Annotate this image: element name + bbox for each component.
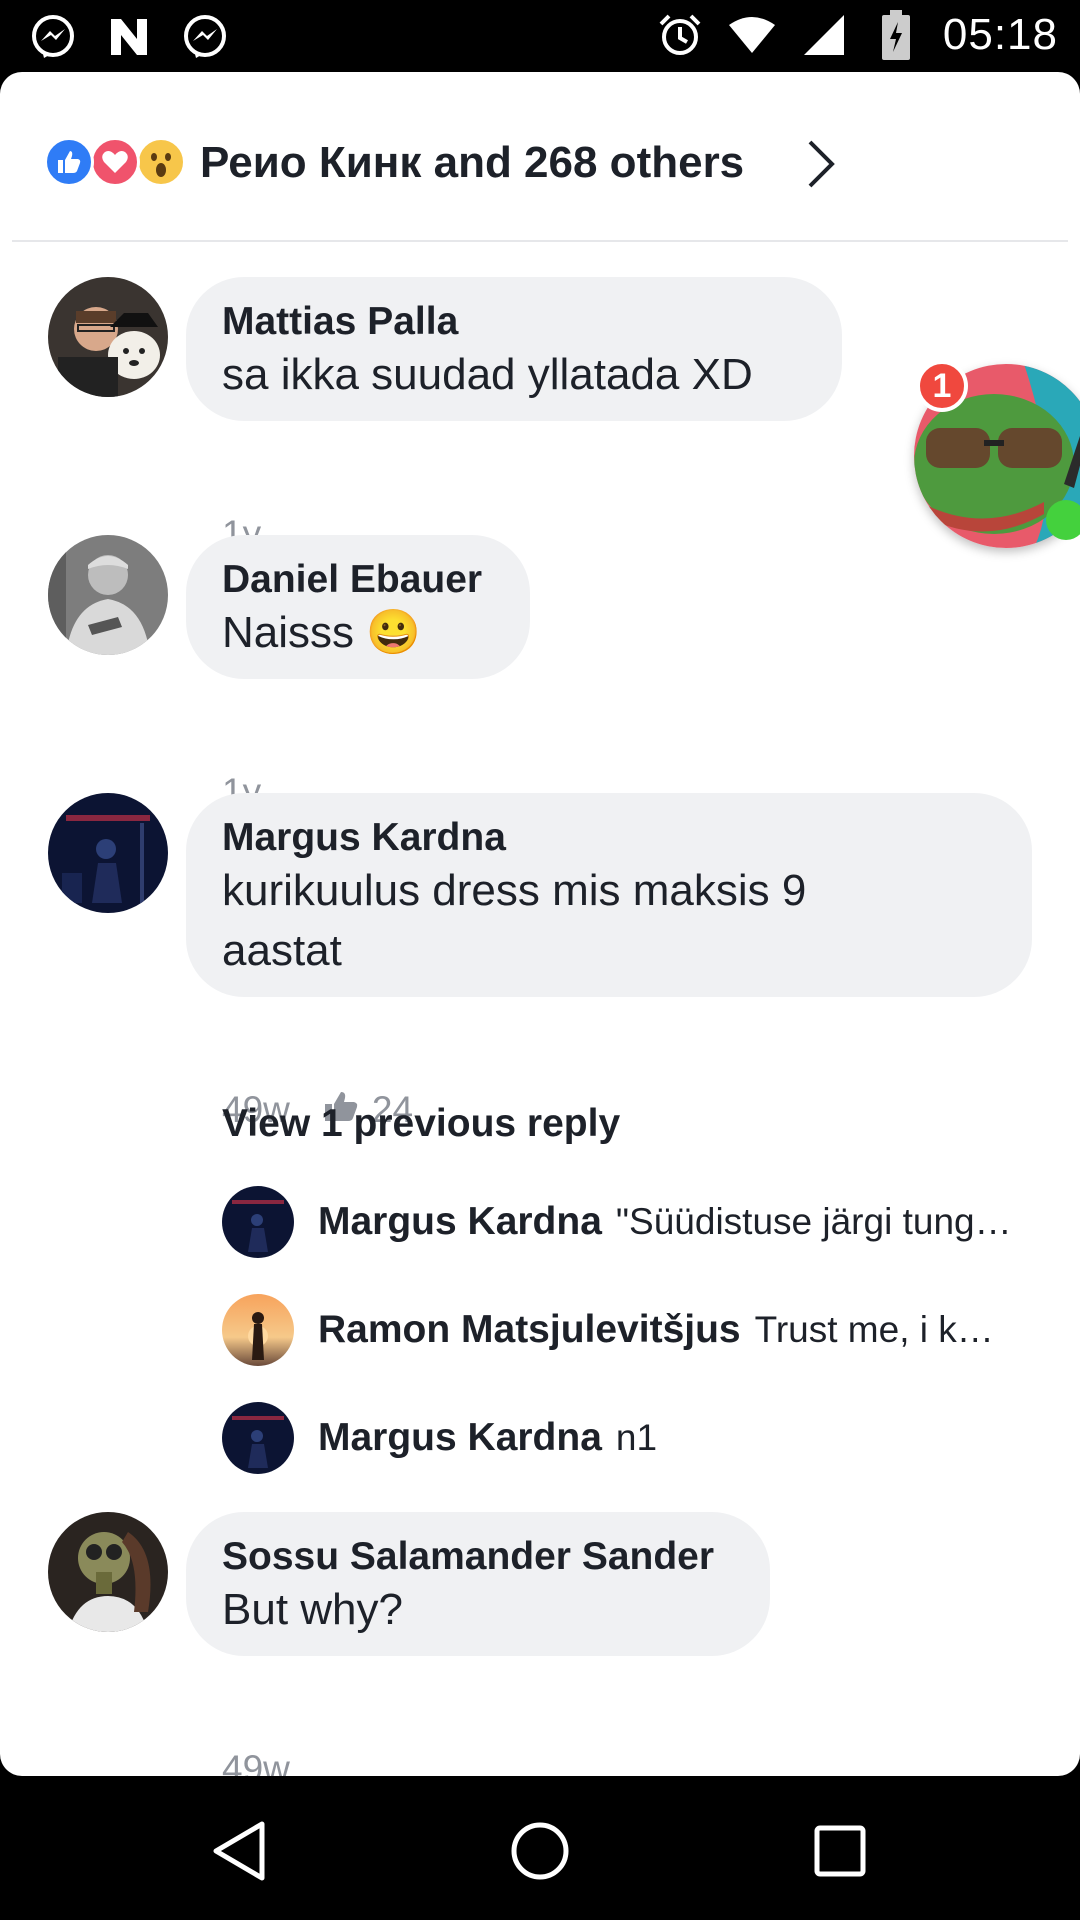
reply-item[interactable]: Margus Kardna "Süüdistuse järgi tung…	[222, 1186, 1042, 1258]
comment-author[interactable]: Margus Kardna	[222, 815, 996, 861]
back-icon[interactable]	[206, 1816, 276, 1886]
wifi-icon	[727, 10, 777, 60]
love-icon	[90, 137, 140, 187]
recents-icon[interactable]	[805, 1816, 875, 1886]
alarm-icon	[655, 10, 705, 60]
avatar[interactable]	[222, 1294, 294, 1366]
reply-item[interactable]: Margus Kardna n1	[222, 1402, 1042, 1474]
comment-bubble[interactable]: Margus Kardna kurikuulus dress mis maksi…	[186, 793, 1032, 997]
battery-charging-icon	[871, 10, 921, 60]
online-indicator	[1046, 500, 1080, 540]
comment-bubble[interactable]: Mattias Palla sa ikka suudad yllatada XD	[186, 277, 842, 421]
avatar[interactable]	[48, 535, 168, 655]
comment-text: Naisss 😀	[222, 603, 494, 663]
view-previous-replies[interactable]: View 1 previous reply	[222, 1102, 620, 1146]
messenger-icon	[28, 12, 78, 62]
reply-author[interactable]: Ramon Matsjulevitšjus	[318, 1308, 741, 1352]
reply-author[interactable]: Margus Kardna	[318, 1416, 602, 1460]
grinning-emoji: 😀	[366, 608, 422, 657]
comment-bubble[interactable]: Daniel Ebauer Naisss 😀	[186, 535, 530, 679]
like-icon	[44, 137, 94, 187]
wow-icon	[136, 137, 186, 187]
comment-text: But why?	[222, 1585, 403, 1634]
comment-author[interactable]: Daniel Ebauer	[222, 557, 494, 603]
comment-author[interactable]: Mattias Palla	[222, 299, 806, 345]
comments-sheet: Реио Кинк and 268 others Mattias Palla s…	[0, 72, 1080, 1776]
clock: 05:18	[942, 10, 1058, 59]
avatar[interactable]	[48, 793, 168, 913]
n-notification-icon	[104, 12, 154, 62]
divider	[12, 240, 1068, 242]
reactions-summary[interactable]: Реио Кинк and 268 others	[0, 72, 1080, 240]
signal-icon	[799, 10, 849, 60]
home-icon[interactable]	[505, 1816, 575, 1886]
reply-text: n1	[615, 1417, 658, 1458]
reply-author[interactable]: Margus Kardna	[318, 1200, 602, 1244]
reply-text: "Süüdistuse järgi tung…	[615, 1201, 1012, 1242]
reaction-icons	[44, 137, 194, 189]
status-bar: 05:18	[0, 0, 1080, 72]
reply-text: Trust me, i k…	[754, 1309, 994, 1350]
chevron-right-icon[interactable]	[800, 138, 840, 190]
avatar[interactable]	[48, 1512, 168, 1632]
avatar[interactable]	[222, 1402, 294, 1474]
navigation-bar	[0, 1776, 1080, 1920]
avatar[interactable]	[48, 277, 168, 397]
comment-meta: 49w	[222, 1748, 290, 1776]
reactions-summary-text: Реио Кинк and 268 others	[200, 138, 745, 187]
comment-text: sa ikka suudad yllatada XD	[222, 350, 753, 399]
notification-badge: 1	[916, 360, 968, 412]
comment-bubble[interactable]: Sossu Salamander Sander But why?	[186, 1512, 770, 1656]
messenger-icon	[180, 12, 230, 62]
comment-text-content: Naisss	[222, 608, 355, 657]
reply-item[interactable]: Ramon Matsjulevitšjus Trust me, i k…	[222, 1294, 1042, 1366]
comment-author[interactable]: Sossu Salamander Sander	[222, 1534, 734, 1580]
avatar[interactable]	[222, 1186, 294, 1258]
comment-text: kurikuulus dress mis maksis 9 aastat	[222, 866, 807, 975]
comment-time: 49w	[222, 1748, 290, 1776]
